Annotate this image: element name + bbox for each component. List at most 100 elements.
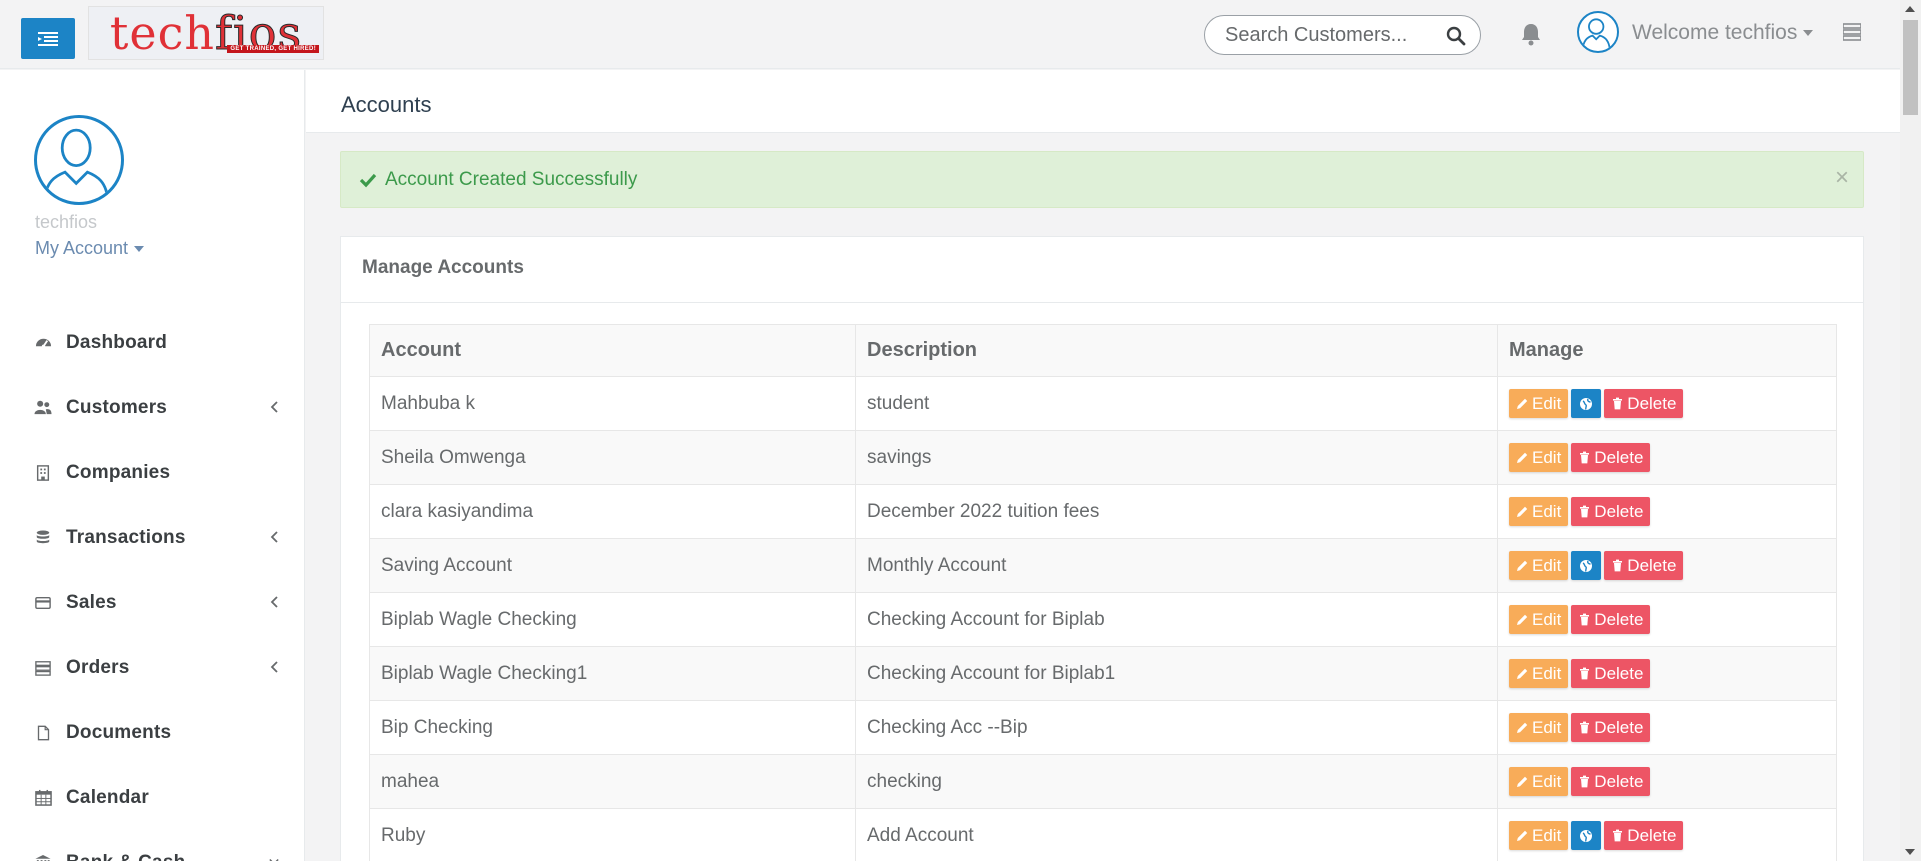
page-header: Accounts [306, 70, 1900, 133]
user-silhouette-icon [1581, 18, 1611, 50]
pencil-icon [1517, 452, 1528, 463]
scroll-up-arrow-icon[interactable] [1905, 6, 1915, 12]
sidebar-nav: Dashboard Customers Companies Transactio… [0, 310, 304, 861]
edit-button[interactable]: Edit [1509, 605, 1569, 634]
edit-button[interactable]: Edit [1509, 389, 1569, 418]
sidebar-item-documents[interactable]: Documents [0, 700, 304, 765]
delete-button[interactable]: Delete [1604, 551, 1684, 580]
manage-cell: Edit Delete [1497, 592, 1837, 647]
edit-label: Edit [1532, 771, 1562, 791]
edit-button[interactable]: Edit [1509, 551, 1569, 580]
table-row: Sheila Omwenga savings Edit Delete [369, 430, 1837, 485]
edit-button[interactable]: Edit [1509, 443, 1569, 472]
delete-button[interactable]: Delete [1571, 767, 1651, 796]
delete-button[interactable]: Delete [1604, 821, 1684, 850]
edit-button[interactable]: Edit [1509, 713, 1569, 742]
server-icon [35, 660, 51, 676]
credit-card-icon [35, 596, 51, 609]
sidebar-item-transactions[interactable]: Transactions [0, 505, 304, 570]
page-scrollbar[interactable] [1900, 0, 1921, 861]
edit-button[interactable]: Edit [1509, 821, 1569, 850]
table-header-row: Account Description Manage [369, 324, 1837, 377]
sidebar-item-orders[interactable]: Orders [0, 635, 304, 700]
sidebar-item-dashboard[interactable]: Dashboard [0, 310, 304, 375]
sidebar-item-calendar[interactable]: Calendar [0, 765, 304, 830]
edit-label: Edit [1532, 609, 1562, 629]
edit-label: Edit [1532, 501, 1562, 521]
scrollbar-thumb[interactable] [1903, 20, 1918, 115]
column-header-manage: Manage [1497, 324, 1837, 377]
sidebar-item-label: Documents [66, 721, 172, 743]
account-cell: Mahbuba k [369, 376, 856, 431]
trash-icon [1580, 775, 1590, 788]
trash-icon [1580, 613, 1590, 626]
description-cell: checking [855, 754, 1498, 809]
description-cell: savings [855, 430, 1498, 485]
edit-button[interactable]: Edit [1509, 659, 1569, 688]
user-silhouette-icon [43, 128, 110, 202]
delete-button[interactable]: Delete [1571, 605, 1651, 634]
caret-down-icon [1803, 30, 1814, 37]
scroll-down-arrow-icon[interactable] [1905, 849, 1915, 855]
account-cell: mahea [369, 754, 856, 809]
table-row: Biplab Wagle Checking1 Checking Account f… [369, 646, 1837, 701]
sidebar-item-bank-cash[interactable]: Bank & Cash [0, 830, 304, 861]
pencil-icon [1517, 668, 1528, 679]
edit-button[interactable]: Edit [1509, 497, 1569, 526]
edit-label: Edit [1532, 393, 1562, 413]
delete-button[interactable]: Delete [1604, 389, 1684, 418]
globe-icon [1580, 829, 1593, 842]
pencil-icon [1517, 560, 1528, 571]
description-cell: Add Account [855, 808, 1498, 861]
techfios-logo[interactable]: techfios GET TRAINED, GET HIRED! [88, 6, 324, 60]
search-input[interactable] [1225, 24, 1445, 46]
building-icon [36, 464, 50, 481]
globe-icon [1580, 559, 1593, 572]
column-header-account: Account [369, 324, 856, 377]
table-row: Bip Checking Checking Acc --Bip Edit Delete [369, 700, 1837, 755]
my-account-label: My Account [35, 238, 129, 258]
sidebar-item-companies[interactable]: Companies [0, 440, 304, 505]
delete-button[interactable]: Delete [1571, 497, 1651, 526]
sidebar-item-label: Calendar [66, 786, 149, 808]
welcome-text: Welcome techfios [1632, 21, 1798, 44]
sidebar-item-label: Customers [66, 396, 168, 418]
my-account-dropdown[interactable]: My Account [35, 238, 145, 259]
column-header-description: Description [855, 324, 1498, 377]
chevron-left-icon [270, 401, 278, 413]
delete-label: Delete [1594, 771, 1644, 791]
delete-label: Delete [1627, 393, 1677, 413]
delete-label: Delete [1594, 447, 1644, 467]
description-cell: Checking Account for Biplab1 [855, 646, 1498, 701]
pencil-icon [1517, 776, 1528, 787]
delete-label: Delete [1594, 663, 1644, 683]
globe-button[interactable] [1571, 389, 1602, 418]
sidebar-item-label: Sales [66, 591, 117, 613]
account-cell: clara kasiyandima [369, 484, 856, 539]
search-box [1204, 15, 1481, 55]
notification-bell-icon[interactable] [1520, 22, 1542, 46]
delete-button[interactable]: Delete [1571, 659, 1651, 688]
user-menu-toggle[interactable]: Welcome techfios [1632, 21, 1814, 45]
delete-label: Delete [1594, 501, 1644, 521]
file-icon [37, 725, 49, 740]
globe-button[interactable] [1571, 821, 1602, 850]
delete-button[interactable]: Delete [1571, 713, 1651, 742]
account-cell: Biplab Wagle Checking1 [369, 646, 856, 701]
right-sidebar-toggle-icon[interactable] [1843, 23, 1861, 41]
sidebar-item-customers[interactable]: Customers [0, 375, 304, 440]
globe-button[interactable] [1571, 551, 1602, 580]
manage-cell: Edit Delete [1497, 646, 1837, 701]
trash-icon [1580, 721, 1590, 734]
edit-button[interactable]: Edit [1509, 767, 1569, 796]
delete-button[interactable]: Delete [1571, 443, 1651, 472]
calendar-icon [34, 789, 52, 806]
table-row: Biplab Wagle Checking Checking Account fo… [369, 592, 1837, 647]
user-avatar[interactable] [1577, 11, 1619, 53]
sidebar-toggle-button[interactable] [21, 18, 75, 59]
close-icon[interactable]: × [1835, 166, 1849, 190]
account-cell: Saving Account [369, 538, 856, 593]
search-icon[interactable] [1446, 26, 1466, 46]
sidebar-item-sales[interactable]: Sales [0, 570, 304, 635]
profile-avatar[interactable] [34, 115, 124, 205]
